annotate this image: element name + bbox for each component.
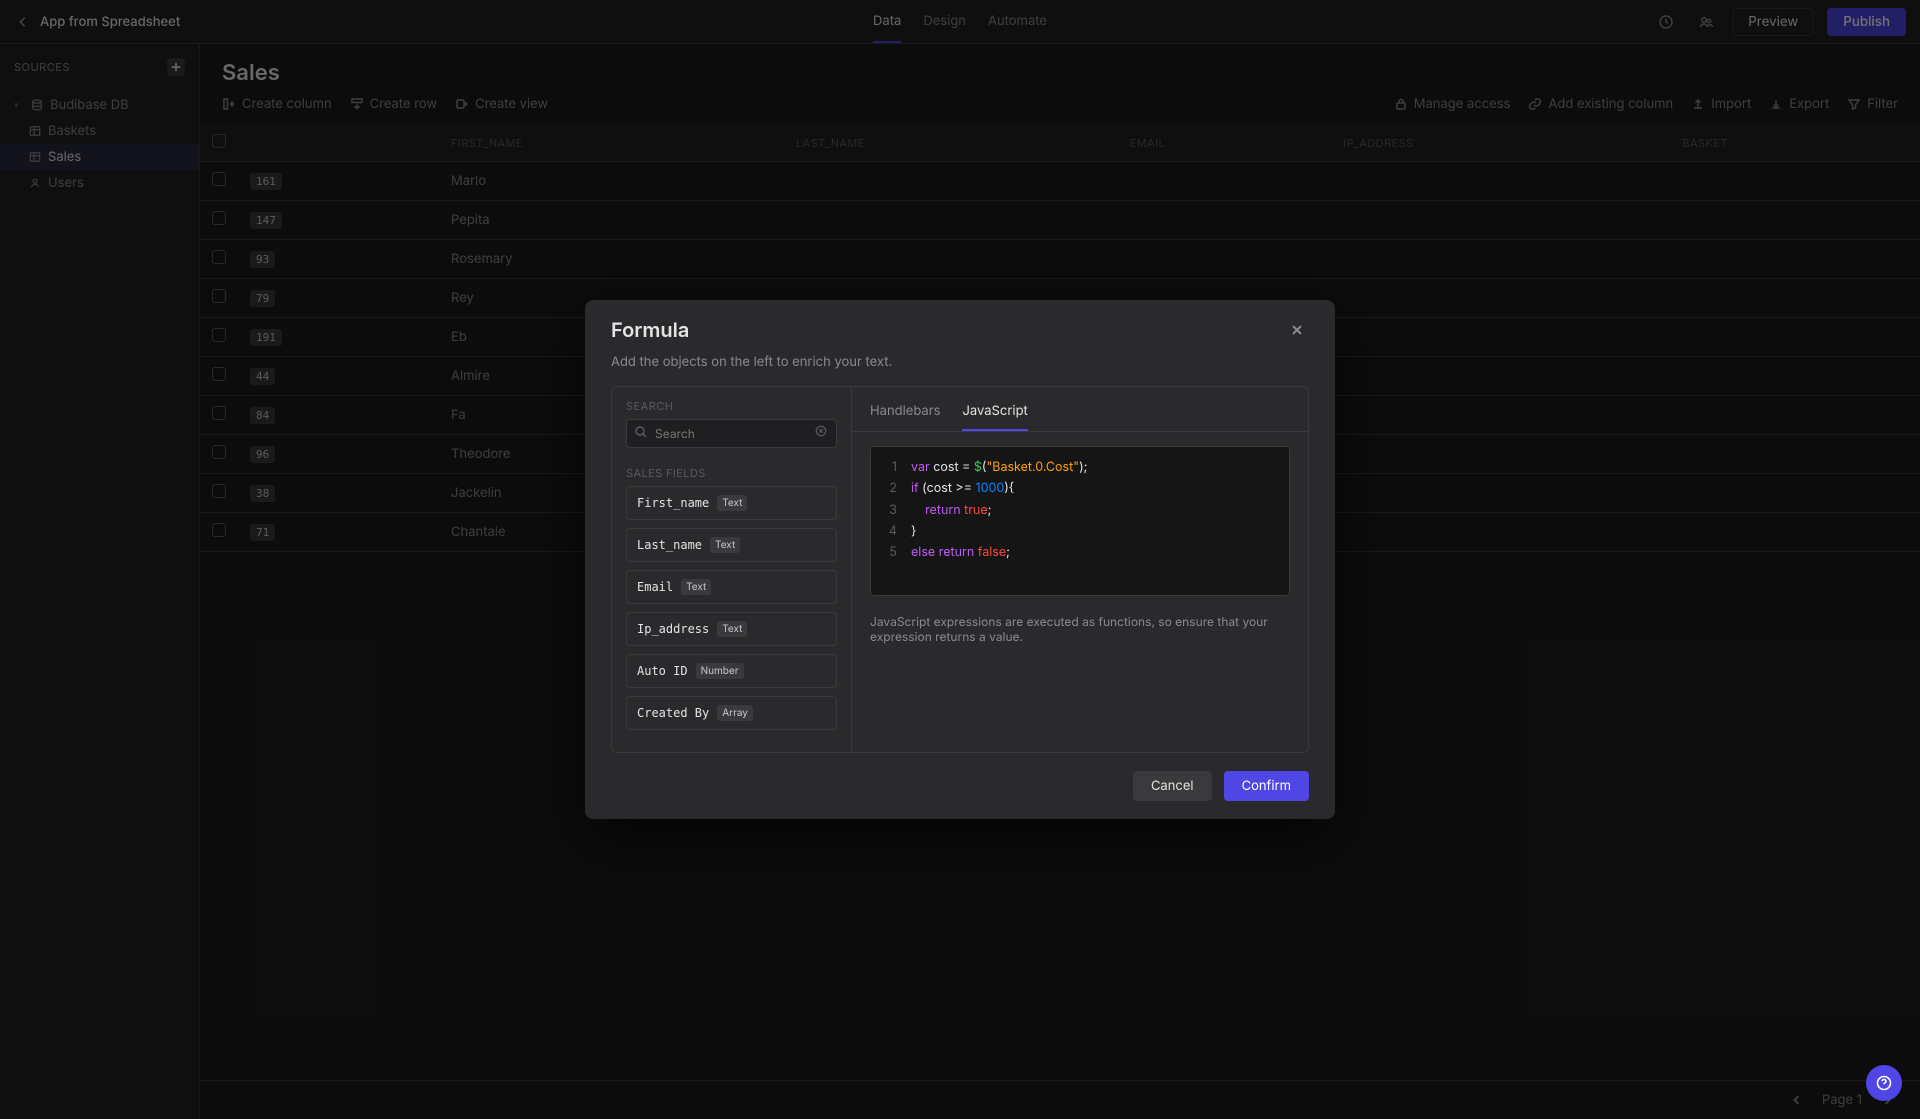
field-name: Created By [637, 706, 709, 720]
field-name: First_name [637, 496, 709, 510]
help-fab[interactable] [1866, 1065, 1902, 1101]
js-hint: JavaScript expressions are executed as f… [852, 610, 1308, 658]
tab-handlebars[interactable]: Handlebars [870, 397, 940, 431]
modal-subtitle: Add the objects on the left to enrich yo… [585, 354, 1335, 386]
close-icon [1290, 323, 1304, 337]
clear-search-button[interactable] [815, 425, 829, 439]
language-tabs: Handlebars JavaScript [852, 387, 1308, 432]
field-item[interactable]: Ip_address Text [626, 612, 837, 646]
editor-pane: Handlebars JavaScript 1var cost = $("Bas… [852, 387, 1308, 752]
modal-overlay[interactable]: Formula Add the objects on the left to e… [0, 0, 1920, 1119]
tab-javascript[interactable]: JavaScript [962, 397, 1027, 431]
search-icon [634, 425, 648, 439]
field-type-badge: Text [710, 537, 740, 553]
code-editor[interactable]: 1var cost = $("Basket.0.Cost"); 2if (cos… [870, 446, 1290, 596]
field-type-badge: Text [681, 579, 711, 595]
field-item[interactable]: Last_name Text [626, 528, 837, 562]
field-type-badge: Text [717, 495, 747, 511]
cancel-button[interactable]: Cancel [1133, 771, 1212, 801]
field-list[interactable]: First_nameTextLast_nameTextEmailTextIp_a… [612, 486, 851, 752]
fields-pane: SEARCH SALES FIELDS First_nameTextLast_n… [612, 387, 852, 752]
field-name: Email [637, 580, 673, 594]
field-name: Last_name [637, 538, 702, 552]
field-item[interactable]: Auto ID Number [626, 654, 837, 688]
field-item[interactable]: First_name Text [626, 486, 837, 520]
x-circle-icon [815, 425, 827, 437]
field-item[interactable]: Created By Array [626, 696, 837, 730]
field-type-badge: Number [696, 663, 744, 679]
field-item[interactable]: Email Text [626, 570, 837, 604]
field-type-badge: Array [717, 705, 753, 721]
question-icon [1876, 1075, 1892, 1091]
fields-group-label: SALES FIELDS [612, 458, 851, 486]
field-type-badge: Text [717, 621, 747, 637]
field-name: Auto ID [637, 664, 688, 678]
modal-footer: Cancel Confirm [585, 753, 1335, 819]
modal-close-button[interactable] [1285, 318, 1309, 342]
search-label: SEARCH [612, 387, 851, 419]
formula-modal: Formula Add the objects on the left to e… [585, 300, 1335, 819]
field-name: Ip_address [637, 622, 709, 636]
field-search-input[interactable] [626, 419, 837, 448]
modal-title: Formula [611, 318, 689, 342]
confirm-button[interactable]: Confirm [1224, 771, 1309, 801]
